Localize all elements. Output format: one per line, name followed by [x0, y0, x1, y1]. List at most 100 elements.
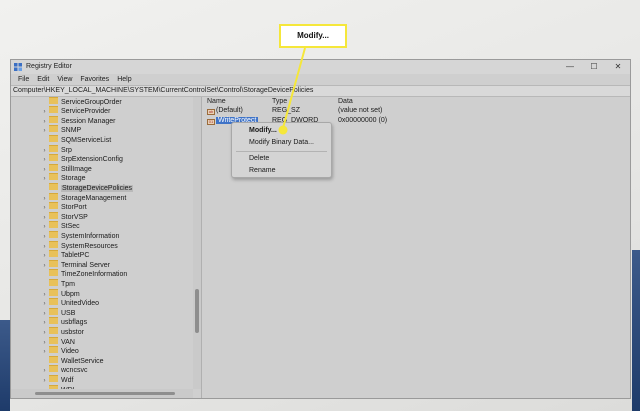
tree-item-label: StorageDevicePolicies: [61, 184, 134, 192]
menu-bar: File Edit View Favorites Help: [11, 74, 630, 85]
tree-item[interactable]: › StSec: [40, 221, 80, 231]
tree-item[interactable]: TimeZoneInformation: [40, 269, 127, 279]
tree-item[interactable]: › SrpExtensionConfig: [40, 154, 123, 164]
folder-icon: [49, 317, 58, 325]
tree-item[interactable]: › SystemResources: [40, 240, 118, 251]
tree-item[interactable]: › UnitedVideo: [40, 298, 99, 308]
tree-item[interactable]: › Srp: [40, 144, 72, 155]
context-delete[interactable]: Delete: [249, 154, 269, 164]
tree-scroll-thumb[interactable]: [195, 289, 199, 333]
tree-item[interactable]: › StorPort: [40, 202, 87, 212]
folder-icon: [49, 250, 58, 258]
tree-item[interactable]: › TabletPC: [40, 250, 89, 260]
tree-item[interactable]: ServiceGroupOrder: [40, 97, 122, 106]
folder-icon: [49, 144, 58, 152]
minimize-button[interactable]: —: [558, 60, 582, 74]
tree-horizontal-scroll-thumb[interactable]: [35, 392, 175, 395]
address-bar[interactable]: Computer\HKEY_LOCAL_MACHINE\SYSTEM\Curre…: [11, 85, 630, 97]
folder-icon: [49, 125, 58, 133]
tree-item[interactable]: › Terminal Server: [40, 259, 110, 270]
folder-icon: [49, 106, 58, 114]
tree-item-label: Storage: [61, 175, 86, 183]
folder-icon: [49, 326, 58, 334]
tree-item[interactable]: SQMServiceList: [40, 134, 112, 145]
menu-edit[interactable]: Edit: [33, 74, 53, 85]
folder-icon: [49, 97, 58, 104]
tree-item[interactable]: Tpm: [40, 278, 75, 289]
tree-horizontal-scrollbar[interactable]: [11, 389, 193, 398]
maximize-button[interactable]: ☐: [582, 60, 606, 74]
window-title: Registry Editor: [26, 63, 72, 70]
folder-icon: [49, 336, 58, 344]
menu-file[interactable]: File: [14, 74, 33, 85]
desktop-wallpaper-edge-left: [0, 320, 10, 411]
folder-icon: [49, 298, 58, 306]
menu-view[interactable]: View: [53, 74, 76, 85]
tree-item[interactable]: › ServiceProvider: [40, 106, 110, 116]
callout-box: Modify...: [279, 24, 347, 48]
tree-item-label: wcncsvc: [61, 367, 88, 375]
tree-item-label: StSec: [61, 223, 80, 231]
tree-item[interactable]: › SNMP: [40, 125, 81, 135]
folder-icon: [49, 346, 58, 354]
tree-item[interactable]: › Storage: [40, 173, 86, 183]
folder-icon: [49, 307, 58, 315]
tree-item[interactable]: › VAN: [40, 336, 75, 347]
tree-item-label: ServiceGroupOrder: [61, 98, 122, 106]
registry-editor-window: Registry Editor — ☐ ✕ File Edit View Fav…: [10, 59, 631, 399]
tree-item-label: Video: [61, 348, 79, 356]
tree-item-label: StillImage: [61, 165, 92, 173]
menu-help[interactable]: Help: [113, 74, 135, 85]
menu-favorites[interactable]: Favorites: [76, 74, 113, 85]
tree-item-label: WalletService: [61, 357, 104, 365]
folder-icon: [49, 240, 58, 248]
context-rename[interactable]: Rename: [249, 166, 275, 176]
title-bar[interactable]: Registry Editor — ☐ ✕: [11, 60, 630, 74]
folder-icon: [49, 288, 58, 296]
tree-item-label: Srp: [61, 146, 72, 154]
tree-item-label: Tpm: [61, 280, 75, 288]
folder-icon: [49, 211, 58, 219]
folder-icon: [49, 115, 58, 123]
tree-item-label: Wdf: [61, 376, 74, 384]
tree-item[interactable]: › Wdf: [40, 374, 74, 385]
folder-icon: [49, 259, 58, 267]
value-row-default[interactable]: ab (Default): [207, 106, 243, 116]
context-modify-binary-data[interactable]: Modify Binary Data...: [249, 138, 314, 148]
value-type: REG_SZ: [272, 107, 301, 114]
value-data: 0x00000000 (0): [338, 117, 388, 124]
close-button[interactable]: ✕: [606, 60, 630, 74]
tree-item[interactable]: › Session Manager: [40, 115, 116, 126]
tree-item-label: SystemInformation: [61, 232, 120, 240]
tree-item[interactable]: › StillImage: [40, 163, 92, 174]
tree-item-label: SNMP: [61, 127, 82, 135]
tree-item[interactable]: › SystemInformation: [40, 230, 120, 241]
folder-icon: [49, 278, 58, 286]
tree-item[interactable]: StorageDevicePolicies: [40, 182, 134, 193]
tree-item[interactable]: › wcncsvc: [40, 365, 87, 375]
tree-item-label: TimeZoneInformation: [61, 271, 128, 279]
tree-item[interactable]: WalletService: [40, 355, 104, 366]
tree-item[interactable]: › StorageManagement: [40, 192, 127, 203]
tree-item[interactable]: › Ubpm: [40, 288, 80, 299]
tree-item-label: ServiceProvider: [61, 108, 111, 116]
context-menu: Modify... Modify Binary Data... Delete R…: [231, 122, 332, 178]
folder-icon: [49, 269, 58, 277]
column-header-type[interactable]: Type: [272, 98, 287, 105]
tree-item[interactable]: › usbflags: [40, 317, 87, 327]
tree-item[interactable]: › USB: [40, 307, 75, 318]
tree-item-label: Session Manager: [61, 117, 116, 125]
context-modify[interactable]: Modify...: [249, 126, 277, 136]
tree-item[interactable]: › usbstor: [40, 326, 84, 337]
column-header-data[interactable]: Data: [338, 98, 353, 105]
tree-item[interactable]: › StorVSP: [40, 211, 88, 222]
tree-item-label: SQMServiceList: [61, 136, 112, 144]
column-header-name[interactable]: Name: [207, 98, 226, 105]
tree-item-label: SrpExtensionConfig: [61, 156, 123, 164]
folder-icon: [49, 173, 58, 181]
tree-item[interactable]: › Video: [40, 346, 79, 356]
folder-icon: [49, 154, 58, 162]
tree-item-label: StorageManagement: [61, 194, 127, 202]
tree-vertical-scrollbar[interactable]: [193, 97, 201, 389]
folder-icon: [49, 221, 58, 229]
